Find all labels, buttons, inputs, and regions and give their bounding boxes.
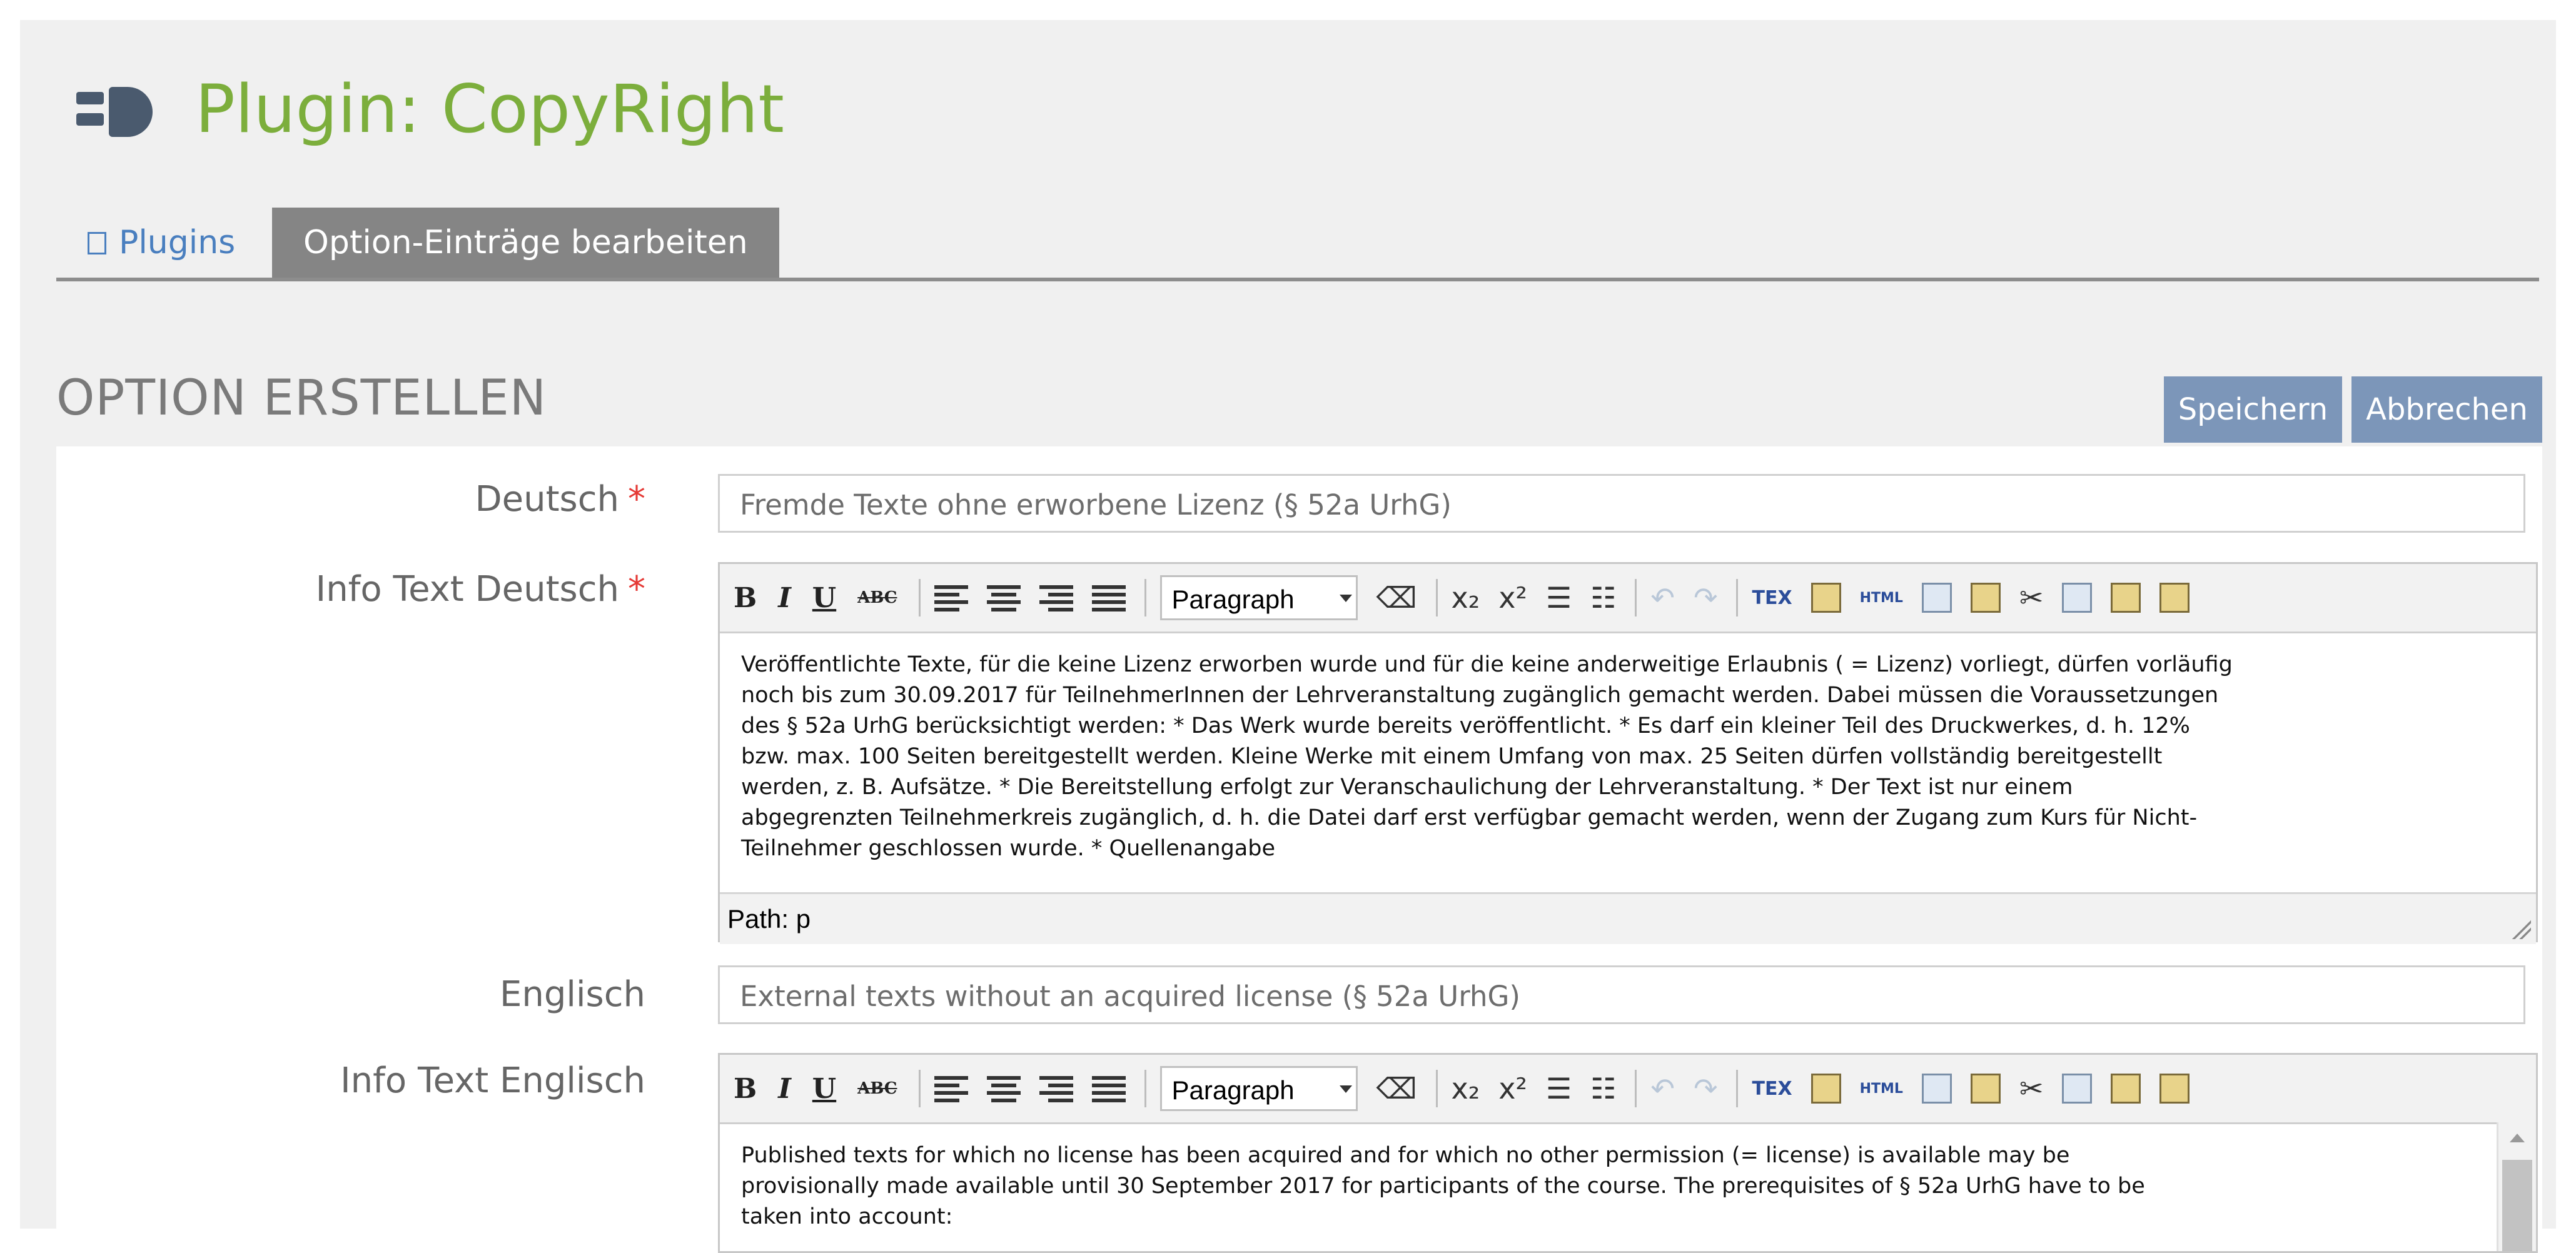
html-button[interactable]: HTML [1860,1081,1903,1097]
toolbar-separator [918,579,921,616]
align-center-icon[interactable] [986,583,1021,613]
paste-formula-icon[interactable] [1811,1074,1841,1104]
scroll-up-icon[interactable] [2510,1134,2525,1142]
align-justify-icon[interactable] [1091,1074,1126,1104]
deutsch-label: Deutsch * [475,479,645,520]
toolbar-separator [1635,1070,1637,1107]
section-title: OPTION ERSTELLEN [56,370,547,426]
copy-icon[interactable] [2062,1074,2093,1104]
toolbar-separator [1144,579,1146,616]
eraser-icon[interactable]: ⌫ [1376,1072,1417,1105]
cancel-button[interactable]: Abbrechen [2351,376,2542,443]
redo-icon[interactable]: ↷ [1694,1072,1718,1105]
html-button[interactable]: HTML [1860,590,1903,606]
paste-word-icon[interactable] [1970,583,2001,613]
bullet-list-icon[interactable]: ☰ [1546,581,1572,615]
align-left-icon[interactable] [934,583,968,613]
page-title: Plugin: CopyRight [195,70,784,148]
strikethrough-button[interactable]: ABC [857,588,897,607]
toolbar-separator [1635,579,1637,616]
main-panel: Plugin: CopyRight Plugins Option-Einträg… [20,20,2556,1253]
align-left-icon[interactable] [934,1074,968,1104]
cut-icon[interactable]: ✂ [2019,1072,2044,1105]
italic-button[interactable]: I [778,1073,791,1105]
fullscreen-icon[interactable] [1921,1074,1952,1104]
copy-icon[interactable] [2062,583,2093,613]
align-justify-icon[interactable] [1091,583,1126,613]
tex-button[interactable]: TEX [1752,1078,1792,1100]
info-deutsch-label: Info Text Deutsch * [315,569,645,610]
editor-statusbar: Path: p [720,892,2536,944]
format-select[interactable]: Paragraph [1159,575,1358,620]
paste-icon[interactable] [2111,583,2141,613]
eraser-icon[interactable]: ⌫ [1376,581,1417,615]
bullet-list-icon[interactable]: ☰ [1546,1072,1572,1105]
paste-formula-icon[interactable] [1811,583,1841,613]
info-englisch-label: Info Text Englisch [340,1060,645,1101]
deutsch-input[interactable]: Fremde Texte ohne erworbene Lizenz (§ 52… [718,474,2525,533]
italic-button[interactable]: I [778,582,791,614]
editor-toolbar: B I U ABC Paragraph ⌫ x₂ x² ☰ ☷ ↶ ↷ TEX … [720,564,2536,633]
scroll-thumb[interactable] [2502,1160,2532,1251]
undo-icon[interactable]: ↶ [1650,581,1675,615]
strikethrough-button[interactable]: ABC [857,1079,897,1098]
tex-button[interactable]: TEX [1752,587,1792,609]
info-englisch-content[interactable]: Published texts for which no license has… [720,1124,2536,1249]
chevron-down-icon [1339,595,1352,602]
path-indicator: Path: p [727,904,811,933]
page-header: Plugin: CopyRight [76,65,784,153]
bold-button[interactable]: B [734,582,757,614]
undo-icon[interactable]: ↶ [1650,1072,1675,1105]
tab-plugins-label: Plugins [119,224,236,261]
tab-edit-options[interactable]: Option-Einträge bearbeiten [272,208,779,278]
toolbar-separator [918,1070,921,1107]
paste-text-icon[interactable] [2159,1074,2190,1104]
resize-grip-icon[interactable] [2510,918,2531,939]
toolbar-separator [1435,579,1438,616]
superscript-button[interactable]: x² [1498,1072,1527,1105]
tab-bar: Plugins Option-Einträge bearbeiten [56,208,2539,281]
align-center-icon[interactable] [986,1074,1021,1104]
toolbar-separator [1435,1070,1438,1107]
cut-icon[interactable]: ✂ [2019,581,2044,615]
align-right-icon[interactable] [1039,1074,1073,1104]
paste-word-icon[interactable] [1970,1074,2001,1104]
numbered-list-icon[interactable]: ☷ [1590,581,1616,615]
save-button[interactable]: Speichern [2164,376,2342,443]
subscript-button[interactable]: x₂ [1452,581,1480,615]
editor-toolbar: B I U ABC Paragraph ⌫ x₂ x² ☰ ☷ ↶ ↷ TEX … [720,1055,2536,1124]
chevron-down-icon [1339,1085,1352,1093]
paste-text-icon[interactable] [2159,583,2190,613]
fullscreen-icon[interactable] [1921,583,1952,613]
info-englisch-editor[interactable]: B I U ABC Paragraph ⌫ x₂ x² ☰ ☷ ↶ ↷ TEX … [718,1053,2538,1253]
paste-icon[interactable] [2111,1074,2141,1104]
tab-plugins[interactable]: Plugins [56,208,266,278]
plugin-icon [76,81,158,137]
englisch-input[interactable]: External texts without an acquired licen… [718,965,2525,1024]
englisch-label: Englisch [500,974,645,1015]
format-select[interactable]: Paragraph [1159,1066,1358,1111]
toolbar-separator [1144,1070,1146,1107]
bold-button[interactable]: B [734,1073,757,1105]
underline-button[interactable]: U [812,1073,836,1105]
align-right-icon[interactable] [1039,583,1073,613]
editor-scrollbar[interactable] [2497,1122,2536,1251]
toolbar-separator [1736,1070,1739,1107]
toolbar-separator [1736,579,1739,616]
info-deutsch-editor[interactable]: B I U ABC Paragraph ⌫ x₂ x² ☰ ☷ ↶ ↷ TEX … [718,562,2538,944]
plugin-glyph-icon [88,232,106,254]
required-marker: * [628,569,645,610]
numbered-list-icon[interactable]: ☷ [1590,1072,1616,1105]
option-form: Deutsch * Fremde Texte ohne erworbene Liz… [56,446,2542,1253]
redo-icon[interactable]: ↷ [1694,581,1718,615]
underline-button[interactable]: U [812,582,836,614]
superscript-button[interactable]: x² [1498,581,1527,615]
required-marker: * [628,479,645,520]
subscript-button[interactable]: x₂ [1452,1072,1480,1105]
info-deutsch-content[interactable]: Veröffentlichte Texte, für die keine Liz… [720,633,2536,892]
